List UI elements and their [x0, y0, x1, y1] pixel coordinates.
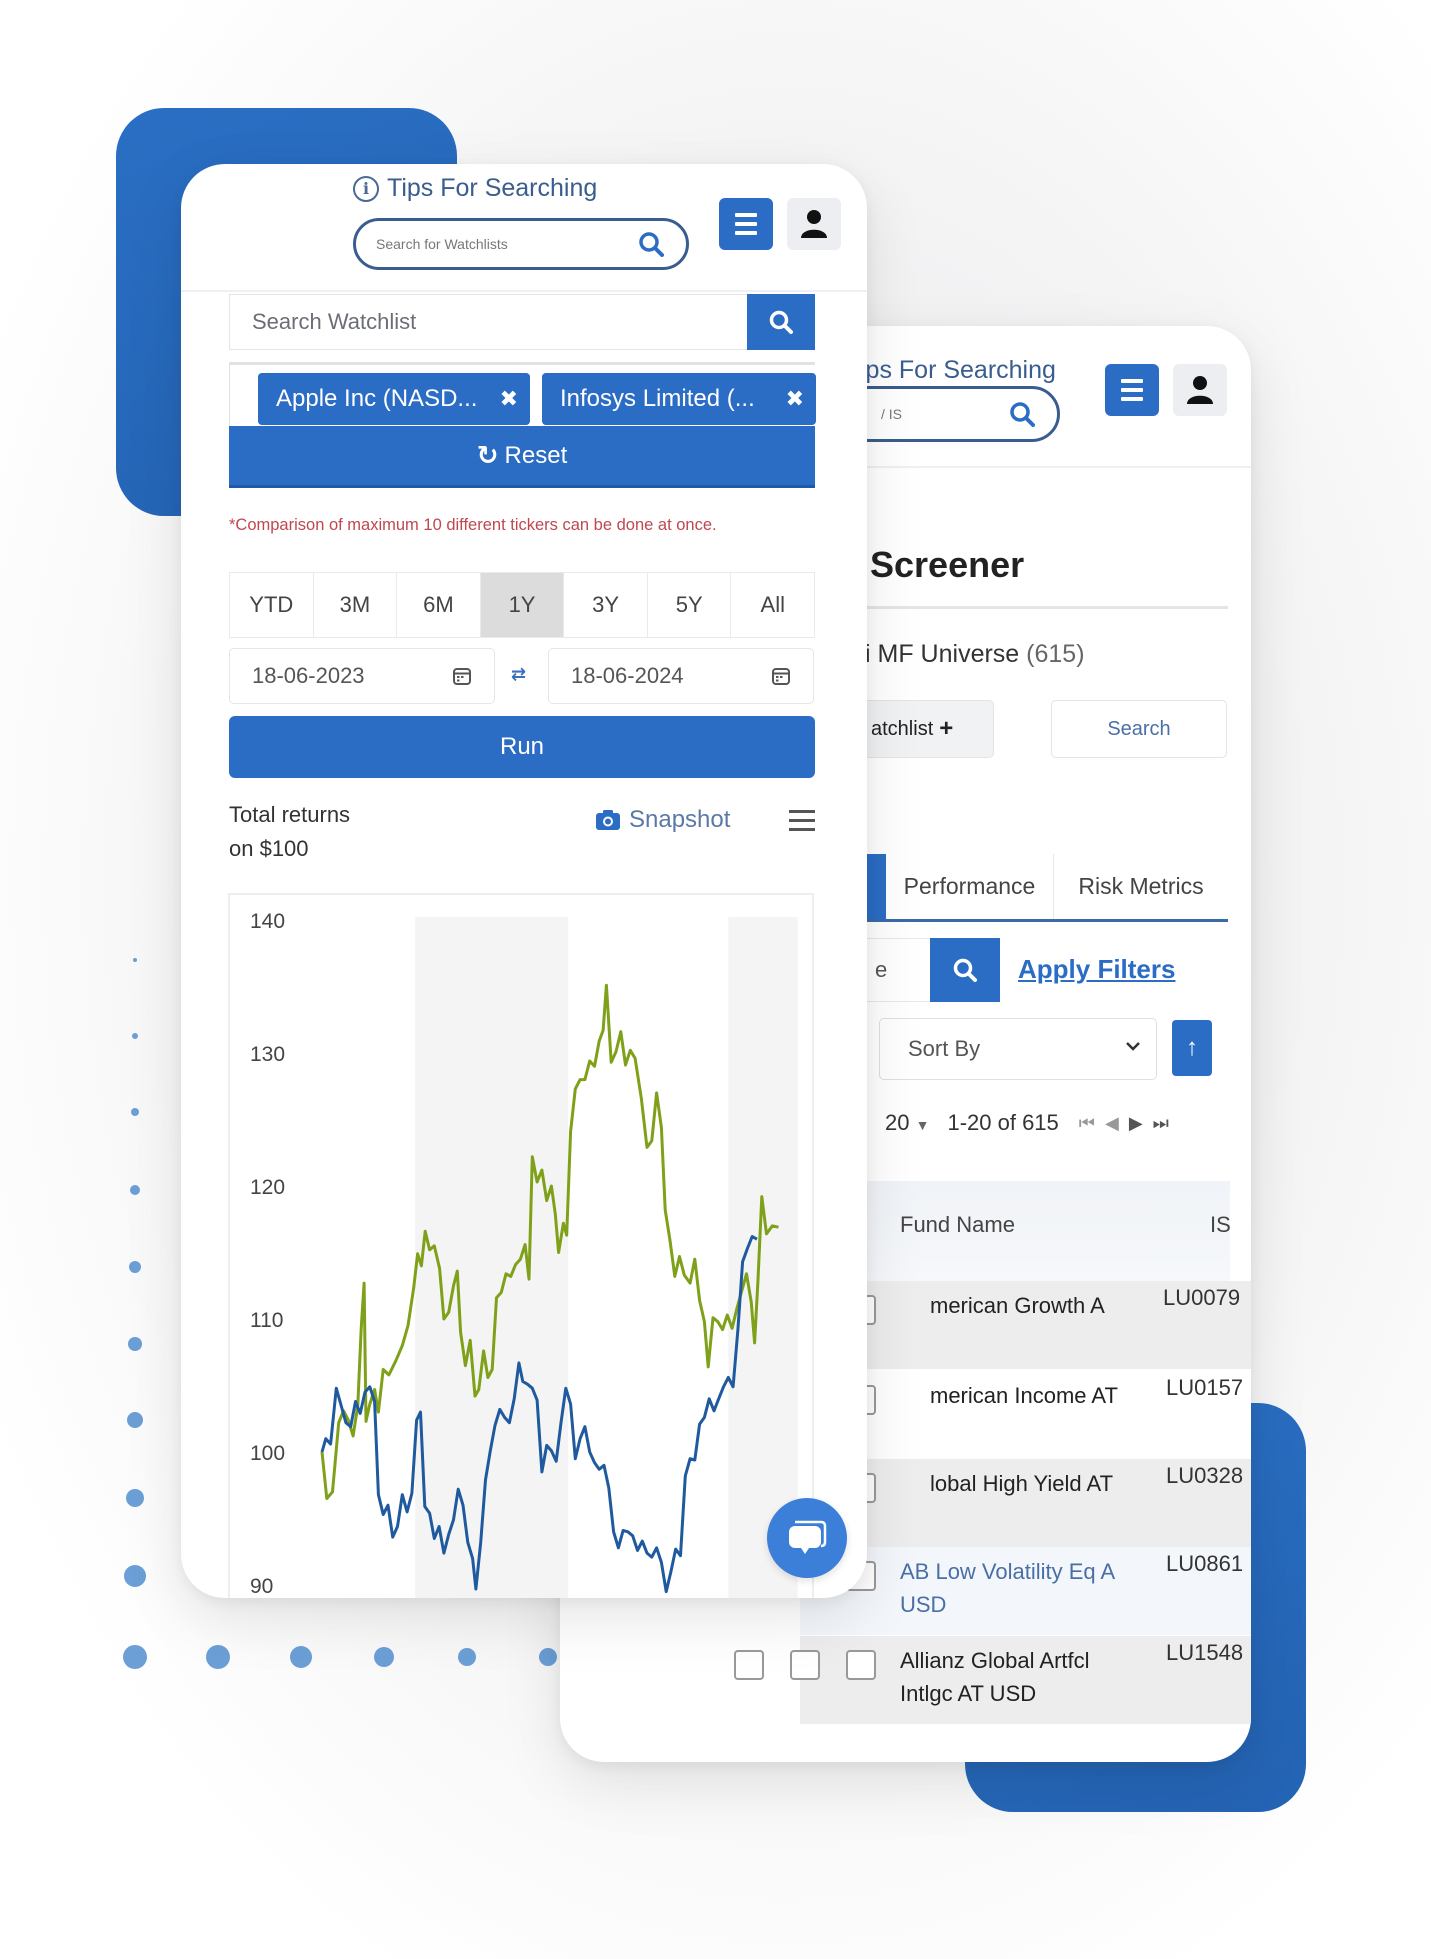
chat-button[interactable]: [767, 1498, 847, 1578]
calendar-icon[interactable]: [452, 666, 472, 686]
decorative-dot: [131, 1108, 139, 1116]
y-tick-label: 140: [250, 910, 285, 933]
decorative-dot: [123, 1645, 147, 1669]
fund-isin: LU0861: [1166, 1551, 1244, 1576]
swap-dates-icon[interactable]: ⇄: [511, 664, 526, 685]
fund-name: merican Income AT: [930, 1379, 1118, 1412]
selected-tickers: Apple Inc (NASD... ✖ Infosys Limited (..…: [229, 362, 816, 426]
fund-name-line2: Intlgc AT USD: [900, 1681, 1037, 1706]
comparison-panel: i Tips For Searching Search for Watchlis…: [181, 164, 867, 1598]
camera-icon: [596, 810, 620, 830]
fund-name-line1: merican Growth A: [930, 1293, 1105, 1318]
chart-title: Total returns on $100: [229, 798, 350, 866]
row-checkbox[interactable]: [846, 1650, 876, 1680]
y-tick-label: 120: [250, 1176, 285, 1199]
decorative-dot: [129, 1261, 141, 1273]
refresh-icon: ↻: [476, 440, 499, 470]
period-3y[interactable]: 3Y: [564, 573, 648, 637]
search-placeholder: Search for Watchlists: [376, 236, 508, 252]
search-watchlist-placeholder: Search Watchlist: [252, 309, 417, 334]
search-icon[interactable]: [638, 231, 664, 257]
reset-button[interactable]: ↻ Reset: [229, 426, 815, 488]
run-button[interactable]: Run: [229, 716, 815, 778]
period-ytd[interactable]: YTD: [230, 573, 314, 637]
period-5y[interactable]: 5Y: [648, 573, 732, 637]
reset-label: Reset: [504, 441, 568, 469]
fund-isin: LU1548: [1166, 1640, 1244, 1665]
decorative-dot: [374, 1647, 394, 1667]
watchlist-search-field[interactable]: Search for Watchlists: [353, 218, 689, 270]
snapshot-button[interactable]: Snapshot: [595, 806, 730, 834]
table-row[interactable]: merican Growth A LU0079: [734, 1281, 1251, 1369]
y-tick-label: 130: [250, 1043, 285, 1066]
period-6m[interactable]: 6M: [397, 573, 481, 637]
snapshot-label: Snapshot: [629, 806, 731, 833]
ticker-chip-apple: Apple Inc (NASD... ✖: [258, 373, 530, 425]
ticker-chip-label: Infosys Limited (...: [560, 385, 755, 412]
decorative-dot: [458, 1648, 476, 1666]
y-tick-label: 90: [250, 1575, 273, 1598]
fund-name-line1: AB Low Volatility Eq A: [900, 1559, 1116, 1584]
user-icon[interactable]: [787, 198, 841, 250]
comparison-limit-note: *Comparison of maximum 10 different tick…: [229, 516, 717, 534]
fund-name-line1: merican Income AT: [930, 1383, 1118, 1408]
decorative-dot: [127, 1412, 143, 1428]
fund-name-line2: USD: [900, 1592, 947, 1617]
fund-name: Allianz Global Artfcl Intlgc AT USD: [900, 1644, 1090, 1710]
returns-chart: 140 130 120 110 100 90: [228, 893, 814, 1598]
decorative-dot: [290, 1646, 312, 1668]
fund-name: lobal High Yield AT: [930, 1467, 1113, 1500]
chart-title-line1: Total returns: [229, 802, 351, 827]
chart-menu-icon[interactable]: [789, 810, 815, 831]
ticker-chip-label: Apple Inc (NASD...: [276, 385, 478, 412]
decorative-dot: [126, 1489, 144, 1507]
search-watchlist-input[interactable]: Search Watchlist: [229, 294, 747, 350]
date-to-field[interactable]: 18-06-2024: [548, 648, 814, 704]
ticker-chip-infosys: Infosys Limited (... ✖: [542, 373, 816, 425]
period-3m[interactable]: 3M: [314, 573, 398, 637]
decorative-dot: [132, 1033, 138, 1039]
fund-name[interactable]: AB Low Volatility Eq A USD: [900, 1555, 1115, 1621]
search-icon: [769, 310, 793, 334]
info-icon: i: [353, 175, 379, 202]
returns-chart-svg: 140 130 120 110 100 90: [250, 910, 798, 1598]
period-1y[interactable]: 1Y: [480, 573, 565, 637]
decorative-dot: [128, 1337, 142, 1351]
decorative-dot: [130, 1185, 140, 1195]
date-from-field[interactable]: 18-06-2023: [229, 648, 495, 704]
fund-isin: LU0157: [1166, 1375, 1244, 1400]
row-checkbox[interactable]: [734, 1650, 764, 1680]
decorative-dot: [539, 1648, 557, 1666]
table-row[interactable]: lobal High Yield AT LU0328: [734, 1459, 1251, 1547]
chart-title-line2: on $100: [229, 836, 309, 861]
fund-name-line1: lobal High Yield AT: [930, 1471, 1114, 1496]
header-divider: [181, 290, 867, 292]
chart-shaded-band: [728, 917, 798, 1598]
table-row[interactable]: Allianz Global Artfcl Intlgc AT USD LU1548: [734, 1636, 1251, 1724]
table-row[interactable]: AB Low Volatility Eq A USD LU0861: [734, 1547, 1251, 1635]
close-icon[interactable]: ✖: [786, 386, 804, 412]
fund-isin: LU0328: [1166, 1463, 1244, 1488]
fund-name: merican Growth A: [930, 1289, 1105, 1322]
decorative-dot: [133, 958, 137, 962]
y-tick-label: 100: [250, 1442, 285, 1465]
tips-label: Tips For Searching: [387, 174, 598, 202]
calendar-icon[interactable]: [771, 666, 791, 686]
decorative-dot: [206, 1645, 230, 1669]
search-watchlist-button[interactable]: [747, 294, 815, 350]
hamburger-icon[interactable]: [719, 198, 773, 250]
row-checkbox[interactable]: [790, 1650, 820, 1680]
table-row[interactable]: merican Income AT LU0157: [734, 1371, 1251, 1459]
fund-isin: LU0079: [1163, 1285, 1241, 1310]
fund-name-line1: Allianz Global Artfcl: [900, 1648, 1090, 1673]
close-icon[interactable]: ✖: [500, 386, 518, 412]
date-from-value: 18-06-2023: [252, 663, 365, 688]
decorative-dot: [124, 1565, 146, 1587]
period-all[interactable]: All: [731, 573, 814, 637]
tips-for-searching-link[interactable]: i Tips For Searching: [353, 174, 597, 203]
date-to-value: 18-06-2024: [571, 663, 684, 688]
y-tick-label: 110: [250, 1309, 283, 1332]
chat-icon: [789, 1520, 827, 1554]
period-selector: YTD 3M 6M 1Y 3Y 5Y All: [229, 572, 815, 638]
